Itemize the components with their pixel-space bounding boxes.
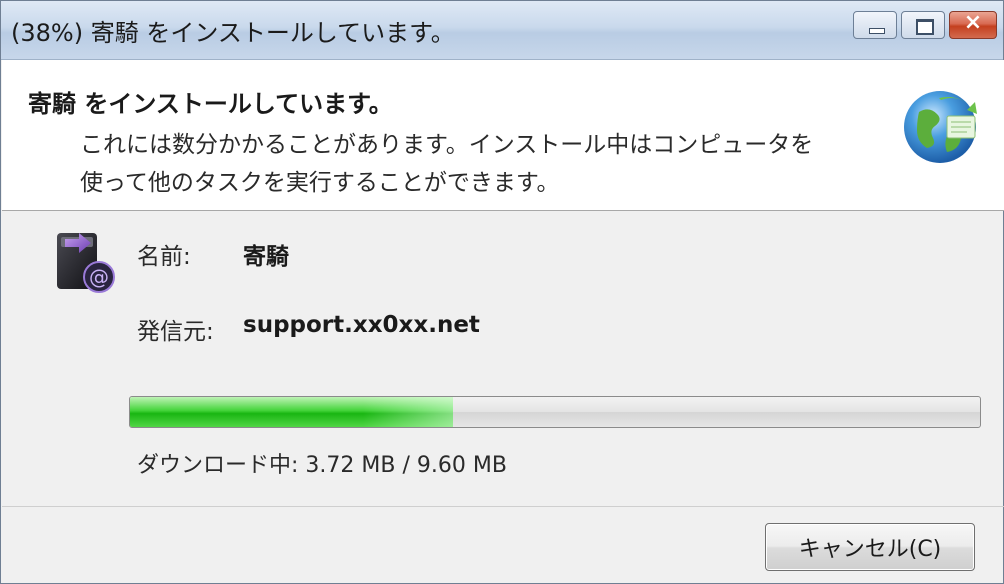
minimize-icon	[869, 28, 885, 34]
footer-separator	[2, 506, 1004, 507]
header-description: これには数分かかることがあります。インストール中はコンピュータを 使って他のタス…	[80, 126, 870, 202]
download-status: ダウンロード中: 3.72 MB / 9.60 MB	[137, 453, 507, 478]
maximize-button[interactable]	[901, 11, 945, 39]
name-label: 名前:	[137, 244, 191, 270]
caption-buttons: ×	[849, 10, 997, 41]
window-title: (38%) 寄騎 をインストールしています。	[11, 19, 455, 47]
description-line-1: これには数分かかることがあります。インストール中はコンピュータを	[80, 132, 814, 158]
progress-fill	[130, 397, 453, 427]
header-title: 寄騎 をインストールしています。	[28, 90, 393, 118]
cancel-button[interactable]: キャンセル(C)	[765, 523, 975, 571]
name-value: 寄騎	[243, 244, 289, 270]
title-bar[interactable]: (38%) 寄騎 をインストールしています。 ×	[1, 1, 1003, 60]
close-button[interactable]: ×	[949, 10, 997, 39]
publisher-value: support.xx0xx.net	[243, 312, 480, 338]
install-dialog: (38%) 寄騎 をインストールしています。 × 寄騎 をインストールしています…	[0, 0, 1004, 584]
maximize-icon	[916, 19, 934, 35]
app-install-icon: @	[57, 233, 115, 293]
svg-text:@: @	[89, 265, 109, 289]
dialog-header: 寄騎 をインストールしています。 これには数分かかることがあります。インストール…	[2, 60, 1004, 211]
globe-arrows-icon	[904, 91, 977, 163]
close-icon: ×	[963, 10, 983, 35]
download-progress-bar	[129, 396, 981, 428]
publisher-label: 発信元:	[137, 319, 214, 345]
description-line-2: 使って他のタスクを実行することができます。	[80, 170, 560, 196]
minimize-button[interactable]	[853, 11, 897, 39]
